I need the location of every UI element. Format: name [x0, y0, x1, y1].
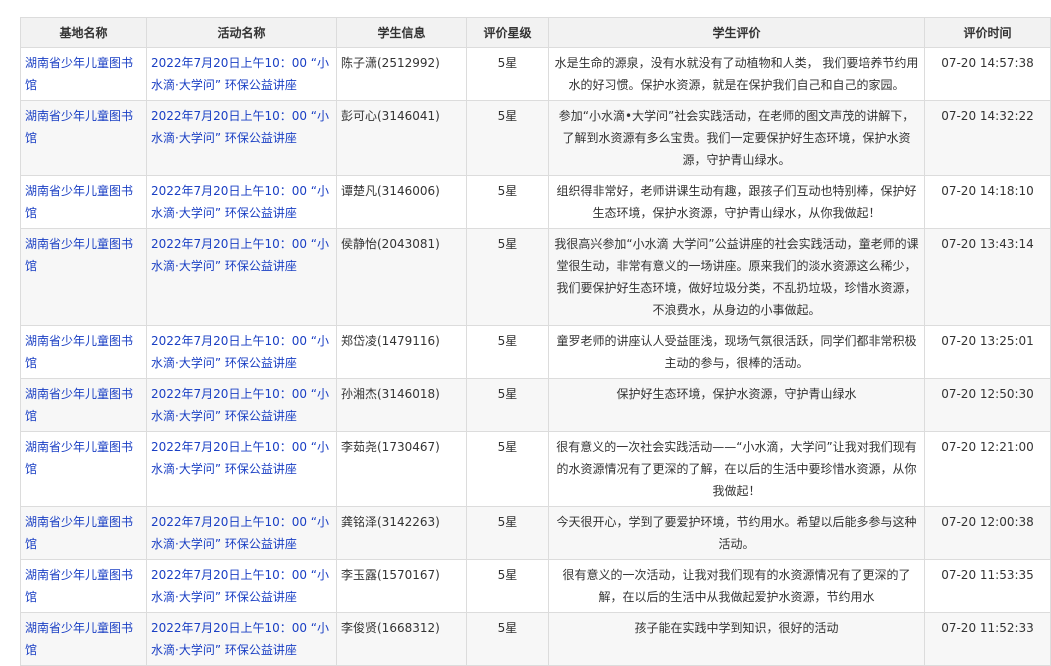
header-base-name: 基地名称 [21, 18, 147, 48]
eval-time: 07-20 14:32:22 [925, 101, 1051, 176]
rating: 5星 [467, 48, 549, 101]
table-row: 湖南省少年儿童图书馆 2022年7月20日上午10：00 “小水滴·大学问” 环… [21, 507, 1051, 560]
table-row: 湖南省少年儿童图书馆 2022年7月20日上午10：00 “小水滴·大学问” 环… [21, 229, 1051, 326]
eval-time: 07-20 11:52:33 [925, 613, 1051, 666]
activity-name-link[interactable]: 2022年7月20日上午10：00 “小水滴·大学问” 环保公益讲座 [147, 560, 337, 613]
student-info: 郑岱凌(1479116) [337, 326, 467, 379]
rating: 5星 [467, 229, 549, 326]
student-info: 陈子潇(2512992) [337, 48, 467, 101]
header-rating: 评价星级 [467, 18, 549, 48]
student-info: 龚铭泽(3142263) [337, 507, 467, 560]
student-comment: 童罗老师的讲座认人受益匪浅，现场气氛很活跃，同学们都非常积极主动的参与，很棒的活… [549, 326, 925, 379]
eval-time: 07-20 12:21:00 [925, 432, 1051, 507]
base-name-link[interactable]: 湖南省少年儿童图书馆 [21, 176, 147, 229]
base-name-link[interactable]: 湖南省少年儿童图书馆 [21, 101, 147, 176]
student-info: 谭楚凡(3146006) [337, 176, 467, 229]
student-comment: 很有意义的一次活动，让我对我们现有的水资源情况有了更深的了解，在以后的生活中从我… [549, 560, 925, 613]
rating: 5星 [467, 560, 549, 613]
table-row: 湖南省少年儿童图书馆 2022年7月20日上午10：00 “小水滴·大学问” 环… [21, 560, 1051, 613]
student-comment: 孩子能在实践中学到知识，很好的活动 [549, 613, 925, 666]
student-comment: 水是生命的源泉，没有水就没有了动植物和人类， 我们要培养节约用水的好习惯。保护水… [549, 48, 925, 101]
rating: 5星 [467, 507, 549, 560]
activity-name-link[interactable]: 2022年7月20日上午10：00 “小水滴·大学问” 环保公益讲座 [147, 507, 337, 560]
activity-name-link[interactable]: 2022年7月20日上午10：00 “小水滴·大学问” 环保公益讲座 [147, 613, 337, 666]
table-body: 湖南省少年儿童图书馆 2022年7月20日上午10：00 “小水滴·大学问” 环… [21, 48, 1051, 666]
evaluation-table: 基地名称 活动名称 学生信息 评价星级 学生评价 评价时间 湖南省少年儿童图书馆… [20, 17, 1051, 666]
student-info: 李俊贤(1668312) [337, 613, 467, 666]
activity-name-link[interactable]: 2022年7月20日上午10：00 “小水滴·大学问” 环保公益讲座 [147, 101, 337, 176]
evaluation-table-container: 基地名称 活动名称 学生信息 评价星级 学生评价 评价时间 湖南省少年儿童图书馆… [20, 17, 1051, 666]
activity-name-link[interactable]: 2022年7月20日上午10：00 “小水滴·大学问” 环保公益讲座 [147, 326, 337, 379]
student-info: 侯静怡(2043081) [337, 229, 467, 326]
base-name-link[interactable]: 湖南省少年儿童图书馆 [21, 379, 147, 432]
eval-time: 07-20 12:50:30 [925, 379, 1051, 432]
table-row: 湖南省少年儿童图书馆 2022年7月20日上午10：00 “小水滴·大学问” 环… [21, 48, 1051, 101]
header-row: 基地名称 活动名称 学生信息 评价星级 学生评价 评价时间 [21, 18, 1051, 48]
base-name-link[interactable]: 湖南省少年儿童图书馆 [21, 432, 147, 507]
base-name-link[interactable]: 湖南省少年儿童图书馆 [21, 326, 147, 379]
header-activity-name: 活动名称 [147, 18, 337, 48]
eval-time: 07-20 14:57:38 [925, 48, 1051, 101]
student-comment: 参加“小水滴•大学问”社会实践活动，在老师的图文声茂的讲解下，了解到水资源有多么… [549, 101, 925, 176]
rating: 5星 [467, 432, 549, 507]
student-info: 孙湘杰(3146018) [337, 379, 467, 432]
table-row: 湖南省少年儿童图书馆 2022年7月20日上午10：00 “小水滴·大学问” 环… [21, 613, 1051, 666]
base-name-link[interactable]: 湖南省少年儿童图书馆 [21, 48, 147, 101]
activity-name-link[interactable]: 2022年7月20日上午10：00 “小水滴·大学问” 环保公益讲座 [147, 432, 337, 507]
table-row: 湖南省少年儿童图书馆 2022年7月20日上午10：00 “小水滴·大学问” 环… [21, 326, 1051, 379]
header-student-comment: 学生评价 [549, 18, 925, 48]
eval-time: 07-20 13:43:14 [925, 229, 1051, 326]
activity-name-link[interactable]: 2022年7月20日上午10：00 “小水滴·大学问” 环保公益讲座 [147, 229, 337, 326]
base-name-link[interactable]: 湖南省少年儿童图书馆 [21, 507, 147, 560]
activity-name-link[interactable]: 2022年7月20日上午10：00 “小水滴·大学问” 环保公益讲座 [147, 176, 337, 229]
rating: 5星 [467, 101, 549, 176]
header-eval-time: 评价时间 [925, 18, 1051, 48]
base-name-link[interactable]: 湖南省少年儿童图书馆 [21, 613, 147, 666]
rating: 5星 [467, 613, 549, 666]
base-name-link[interactable]: 湖南省少年儿童图书馆 [21, 229, 147, 326]
table-row: 湖南省少年儿童图书馆 2022年7月20日上午10：00 “小水滴·大学问” 环… [21, 101, 1051, 176]
rating: 5星 [467, 379, 549, 432]
rating: 5星 [467, 176, 549, 229]
student-comment: 今天很开心，学到了要爱护环境，节约用水。希望以后能多参与这种活动。 [549, 507, 925, 560]
student-info: 李茹尧(1730467) [337, 432, 467, 507]
header-student-info: 学生信息 [337, 18, 467, 48]
table-header: 基地名称 活动名称 学生信息 评价星级 学生评价 评价时间 [21, 18, 1051, 48]
student-info: 彭可心(3146041) [337, 101, 467, 176]
base-name-link[interactable]: 湖南省少年儿童图书馆 [21, 560, 147, 613]
activity-name-link[interactable]: 2022年7月20日上午10：00 “小水滴·大学问” 环保公益讲座 [147, 379, 337, 432]
eval-time: 07-20 11:53:35 [925, 560, 1051, 613]
table-row: 湖南省少年儿童图书馆 2022年7月20日上午10：00 “小水滴·大学问” 环… [21, 432, 1051, 507]
eval-time: 07-20 14:18:10 [925, 176, 1051, 229]
student-comment: 我很高兴参加“小水滴 大学问”公益讲座的社会实践活动，童老师的课堂很生动，非常有… [549, 229, 925, 326]
table-row: 湖南省少年儿童图书馆 2022年7月20日上午10：00 “小水滴·大学问” 环… [21, 176, 1051, 229]
activity-name-link[interactable]: 2022年7月20日上午10：00 “小水滴·大学问” 环保公益讲座 [147, 48, 337, 101]
student-comment: 很有意义的一次社会实践活动——“小水滴，大学问”让我对我们现有的水资源情况有了更… [549, 432, 925, 507]
eval-time: 07-20 13:25:01 [925, 326, 1051, 379]
table-row: 湖南省少年儿童图书馆 2022年7月20日上午10：00 “小水滴·大学问” 环… [21, 379, 1051, 432]
student-info: 李玉露(1570167) [337, 560, 467, 613]
student-comment: 组织得非常好，老师讲课生动有趣，跟孩子们互动也特别棒，保护好生态环境，保护水资源… [549, 176, 925, 229]
rating: 5星 [467, 326, 549, 379]
student-comment: 保护好生态环境，保护水资源，守护青山绿水 [549, 379, 925, 432]
eval-time: 07-20 12:00:38 [925, 507, 1051, 560]
